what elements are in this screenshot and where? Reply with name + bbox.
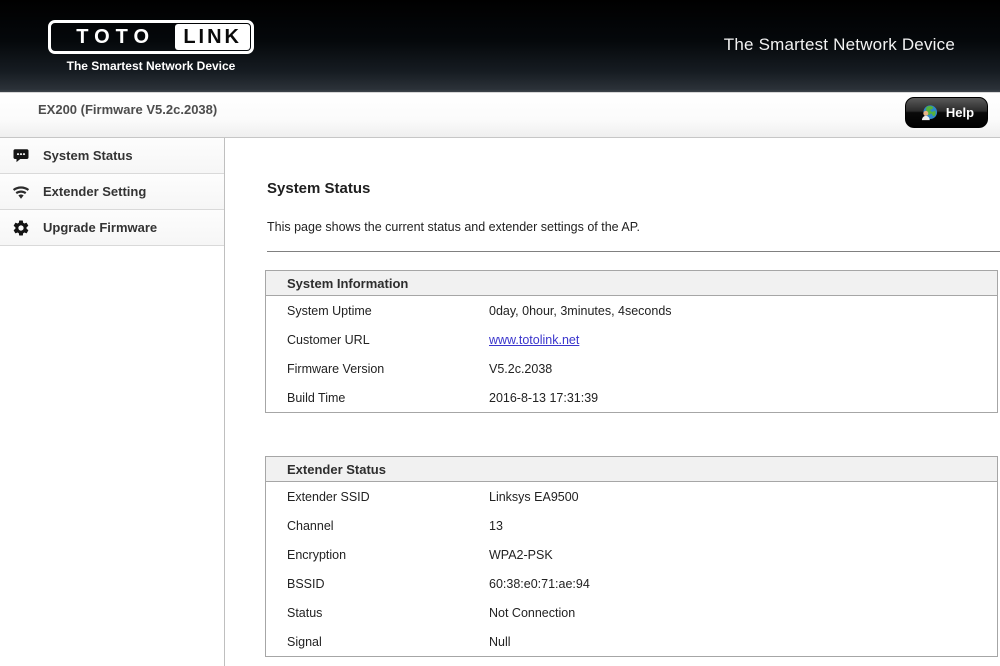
- table-row: Build Time 2016-8-13 17:31:39: [266, 383, 997, 412]
- row-value: Not Connection: [489, 606, 575, 620]
- sidebar-item-label: System Status: [43, 148, 133, 163]
- table-row: Encryption WPA2-PSK: [266, 540, 997, 569]
- chat-bubble-icon: [12, 147, 30, 165]
- row-value: V5.2c.2038: [489, 362, 552, 376]
- row-label: Signal: [266, 635, 489, 649]
- subheader-bar: EX200 (Firmware V5.2c.2038) Help: [0, 93, 1000, 138]
- sidebar-item-system-status[interactable]: System Status: [0, 138, 224, 174]
- table-row: Status Not Connection: [266, 598, 997, 627]
- globe-person-icon: [919, 103, 939, 123]
- sidebar-item-extender-setting[interactable]: Extender Setting: [0, 174, 224, 210]
- row-label: Encryption: [266, 548, 489, 562]
- sidebar-item-label: Upgrade Firmware: [43, 220, 157, 235]
- content-area: System Status This page shows the curren…: [225, 138, 1000, 666]
- customer-url-link[interactable]: www.totolink.net: [489, 333, 579, 347]
- row-value: Null: [489, 635, 511, 649]
- row-value: Linksys EA9500: [489, 490, 579, 504]
- row-label: Status: [266, 606, 489, 620]
- totolink-logo: TOTO LINK The Smartest Network Device: [48, 20, 254, 73]
- row-value: 60:38:e0:71:ae:94: [489, 577, 590, 591]
- table-row: Channel 13: [266, 511, 997, 540]
- wifi-icon: [12, 183, 30, 201]
- logo-text-link: LINK: [175, 24, 250, 50]
- row-value: www.totolink.net: [489, 333, 579, 347]
- row-label: Customer URL: [266, 333, 489, 347]
- row-label: Channel: [266, 519, 489, 533]
- page-description: This page shows the current status and e…: [267, 220, 1000, 234]
- help-button-label: Help: [946, 105, 974, 120]
- help-button[interactable]: Help: [905, 97, 988, 128]
- header-tagline: The Smartest Network Device: [724, 35, 955, 55]
- gear-icon: [12, 219, 30, 237]
- table-title: Extender Status: [266, 457, 997, 482]
- row-label: BSSID: [266, 577, 489, 591]
- logo-tagline: The Smartest Network Device: [48, 59, 254, 73]
- divider: [267, 251, 1000, 252]
- table-body: System Uptime 0day, 0hour, 3minutes, 4se…: [266, 296, 997, 412]
- sidebar-item-upgrade-firmware[interactable]: Upgrade Firmware: [0, 210, 224, 246]
- device-title: EX200 (Firmware V5.2c.2038): [38, 102, 217, 117]
- table-row: Firmware Version V5.2c.2038: [266, 354, 997, 383]
- row-label: Build Time: [266, 391, 489, 405]
- table-title: System Information: [266, 271, 997, 296]
- main-row: System Status Extender Setting Upgrade F…: [0, 138, 1000, 666]
- table-row: Extender SSID Linksys EA9500: [266, 482, 997, 511]
- table-row: BSSID 60:38:e0:71:ae:94: [266, 569, 997, 598]
- extender-status-table: Extender Status Extender SSID Linksys EA…: [265, 456, 998, 657]
- sidebar-item-label: Extender Setting: [43, 184, 146, 199]
- table-row: Customer URL www.totolink.net: [266, 325, 997, 354]
- row-label: System Uptime: [266, 304, 489, 318]
- row-label: Extender SSID: [266, 490, 489, 504]
- top-header: TOTO LINK The Smartest Network Device Th…: [0, 0, 1000, 93]
- system-information-table: System Information System Uptime 0day, 0…: [265, 270, 998, 413]
- sidebar: System Status Extender Setting Upgrade F…: [0, 138, 225, 666]
- row-label: Firmware Version: [266, 362, 489, 376]
- row-value: 0day, 0hour, 3minutes, 4seconds: [489, 304, 672, 318]
- row-value: WPA2-PSK: [489, 548, 553, 562]
- row-value: 13: [489, 519, 503, 533]
- page-title: System Status: [267, 180, 1000, 197]
- table-body: Extender SSID Linksys EA9500 Channel 13 …: [266, 482, 997, 656]
- logo-text-toto: TOTO: [51, 23, 174, 51]
- table-row: System Uptime 0day, 0hour, 3minutes, 4se…: [266, 296, 997, 325]
- row-value: 2016-8-13 17:31:39: [489, 391, 598, 405]
- logo-box: TOTO LINK: [48, 20, 254, 54]
- table-row: Signal Null: [266, 627, 997, 656]
